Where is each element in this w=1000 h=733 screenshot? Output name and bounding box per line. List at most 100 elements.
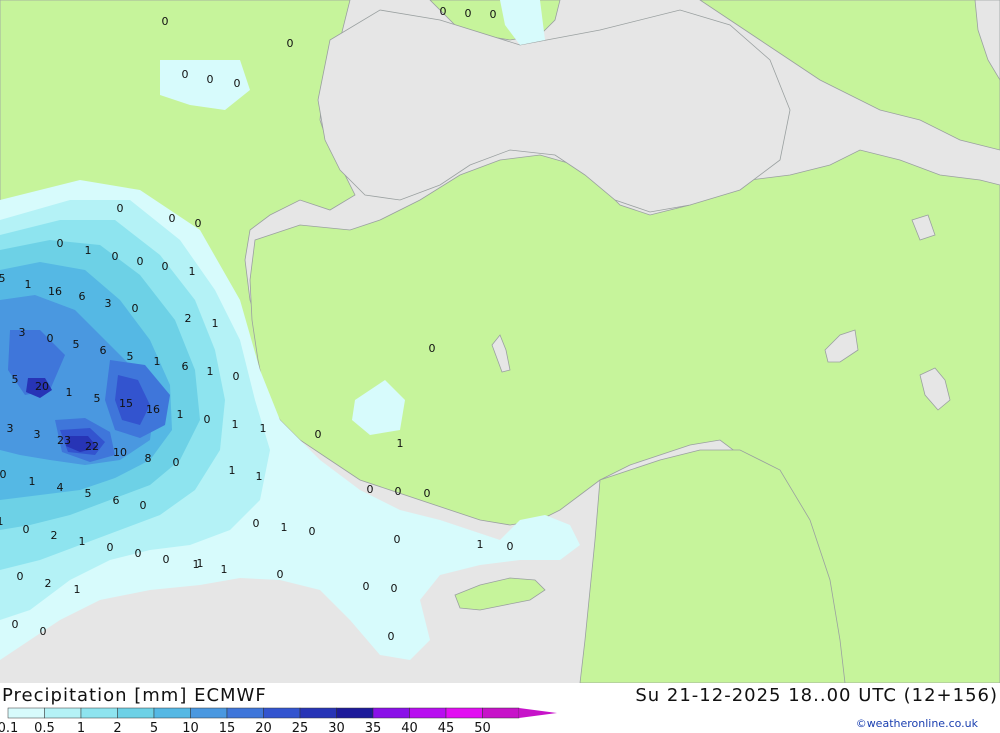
precip-value-label: 0 — [57, 237, 64, 250]
legend-swatch — [44, 707, 82, 719]
precip-value-label: 2 — [45, 577, 52, 590]
precip-value-label: 1 — [229, 464, 236, 477]
legend-label: 1 — [77, 721, 85, 733]
precip-value-label: 3 — [7, 422, 14, 435]
precip-value-label: 0 — [507, 540, 514, 553]
legend-swatch — [299, 707, 337, 719]
precip-value-label: 0 — [429, 342, 436, 355]
legend-label: 0.1 — [0, 721, 18, 733]
precip-value-label: 0 — [23, 523, 30, 536]
precip-value-label: 0 — [135, 547, 142, 560]
precip-value-label: 1 — [177, 408, 184, 421]
precip-value-label: 6 — [182, 360, 189, 373]
precip-value-label: 5 — [12, 373, 19, 386]
legend-swatch — [190, 707, 228, 719]
precip-value-label: 1 — [29, 475, 36, 488]
precip-value-label: 0 — [173, 456, 180, 469]
precip-value-label: 0 — [17, 570, 24, 583]
legend-swatch — [226, 707, 264, 719]
legend-swatch — [80, 707, 118, 719]
legend-swatch — [482, 707, 520, 719]
precip-value-label: 3 — [34, 428, 41, 441]
precip-value-label: 0 — [107, 541, 114, 554]
precip-value-label: 6 — [100, 344, 107, 357]
precip-value-label: 5 — [94, 392, 101, 405]
precip-value-label: 0 — [162, 15, 169, 28]
precip-value-label: 2 — [51, 529, 58, 542]
precip-value-label: 3 — [19, 326, 26, 339]
legend-label: 45 — [438, 721, 455, 733]
credit-link[interactable]: ©weatheronline.co.uk — [856, 717, 978, 730]
precip-value-label: 0 — [140, 499, 147, 512]
precip-value-label: 1 — [256, 470, 263, 483]
legend-label: 40 — [401, 721, 418, 733]
footer-bar: Precipitation [mm] ECMWF Su 21-12-2025 1… — [0, 683, 1000, 733]
precip-value-label: 16 — [146, 403, 160, 416]
precip-value-label: 23 — [57, 434, 71, 447]
precip-value-label: 6 — [113, 494, 120, 507]
legend-label: 0.5 — [34, 721, 55, 733]
legend-swatch — [117, 707, 155, 719]
precip-value-label: 15 — [119, 397, 133, 410]
precip-value-label: 0 — [440, 5, 447, 18]
legend-label: 20 — [255, 721, 272, 733]
precip-value-label: 1 — [212, 317, 219, 330]
legend-label: 2 — [113, 721, 121, 733]
precip-value-label: 1 — [189, 265, 196, 278]
color-legend: 0.1 0.5 1 2 5 10 15 20 25 30 35 40 45 50 — [0, 707, 557, 733]
precip-value-label: 0 — [163, 553, 170, 566]
precip-value-label: 1 — [25, 278, 32, 291]
precip-value-label: 5 — [127, 350, 134, 363]
precip-value-label: 0 — [287, 37, 294, 50]
legend-swatch — [7, 707, 45, 719]
legend-swatch — [372, 707, 410, 719]
legend-swatch — [409, 707, 447, 719]
precip-value-label: 0 — [207, 73, 214, 86]
precip-value-label: 0 — [195, 217, 202, 230]
legend-swatch — [445, 707, 483, 719]
precip-value-label: 0 — [465, 7, 472, 20]
precip-value-label: 0 — [162, 260, 169, 273]
legend-label: 5 — [150, 721, 158, 733]
precip-value-label: 0 — [182, 68, 189, 81]
precip-value-label: 6 — [79, 290, 86, 303]
precip-value-label: 0 — [169, 212, 176, 225]
precip-value-label: 3 — [105, 297, 112, 310]
precip-value-label: 5 — [0, 272, 6, 285]
precip-value-label: 0 — [391, 582, 398, 595]
precip-value-label: 0 — [204, 413, 211, 426]
precip-value-label: 0 — [363, 580, 370, 593]
precip-value-label: 1 — [477, 538, 484, 551]
precip-value-label: 1 — [79, 535, 86, 548]
precip-value-label: 1 — [197, 557, 204, 570]
precip-value-label: 0 — [490, 8, 497, 21]
precip-value-label: 0 — [253, 517, 260, 530]
legend-swatch — [263, 707, 301, 719]
precip-value-label: 1 — [0, 515, 4, 528]
precip-value-label: 5 — [73, 338, 80, 351]
legend-label: 15 — [219, 721, 236, 733]
precipitation-map: 00 0 000 0 000 001 0 0 0 15 116 63 03 0 5 6 5 1 62 1520 1 5 15… — [0, 0, 1000, 683]
precip-value-label: 1 — [221, 563, 228, 576]
precip-value-label: 0 — [394, 533, 401, 546]
precip-value-label: 0 — [40, 625, 47, 638]
precip-value-label: 2 — [185, 312, 192, 325]
precip-value-label: 1 — [232, 418, 239, 431]
precip-value-label: 0 — [367, 483, 374, 496]
precip-value-label: 0 — [388, 630, 395, 643]
precip-value-label: 0 — [112, 250, 119, 263]
precip-value-label: 0 — [117, 202, 124, 215]
precip-value-label: 0 — [395, 485, 402, 498]
precip-value-label: 16 — [48, 285, 62, 298]
precip-value-label: 0 — [424, 487, 431, 500]
precip-value-label: 0 — [233, 370, 240, 383]
legend-label: 10 — [182, 721, 199, 733]
legend-label: 50 — [474, 721, 491, 733]
legend-label: 25 — [292, 721, 309, 733]
precip-value-label: 0 — [132, 302, 139, 315]
precip-value-label: 0 — [47, 332, 54, 345]
precip-value-label: 0 — [277, 568, 284, 581]
precip-value-label: 1 — [260, 422, 267, 435]
precip-value-label: 1 — [74, 583, 81, 596]
precip-value-label: 1 — [207, 365, 214, 378]
